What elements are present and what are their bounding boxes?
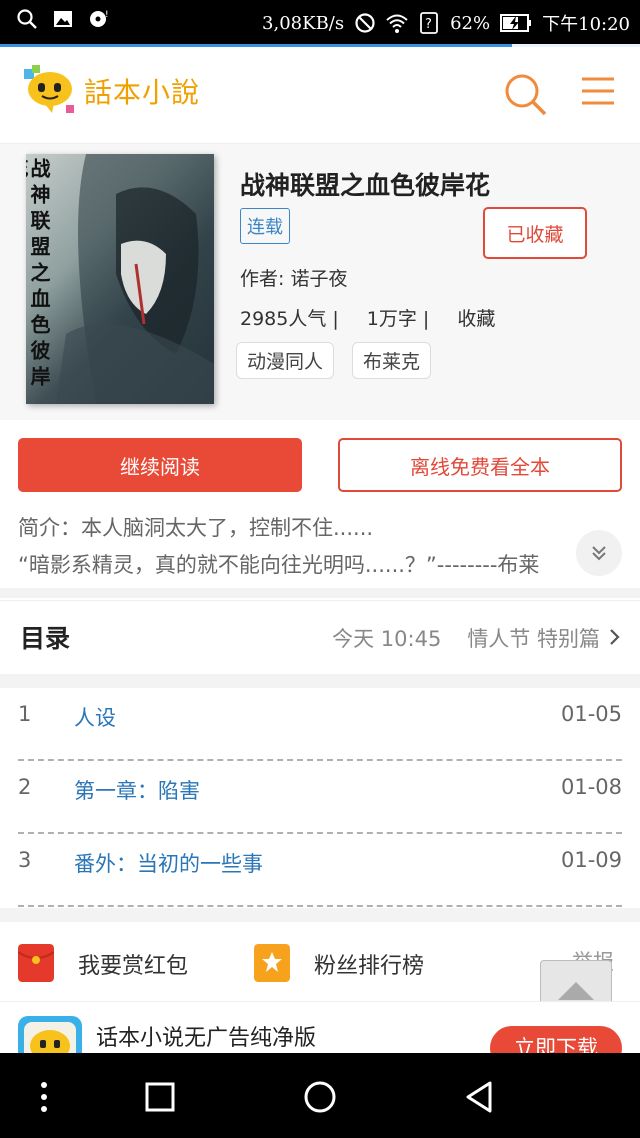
net-speed: 3,08KB/s: [262, 12, 345, 34]
chapter-date: 01-05: [560, 702, 622, 726]
latest-update-time: 今天 10:45: [332, 627, 442, 651]
book-tags: 动漫同人 布莱克: [236, 342, 432, 379]
favorited-button[interactable]: 已收藏: [483, 207, 587, 259]
latest-update: 今天 10:45 情人节 特别篇: [332, 623, 600, 653]
section-divider: [0, 674, 640, 688]
offline-read-button[interactable]: 离线免费看全本: [338, 438, 622, 492]
book-stats: 2985人气 | 1万字 | 收藏: [240, 304, 523, 331]
app-mascot-icon: [24, 1022, 76, 1053]
chapter-list: 1 人设 01-05 2 第一章：陷害 01-08 3 番外：当初的一些事 01…: [0, 688, 640, 907]
status-bar: ! 3,08KB/s ? 62% 下午10:20: [0, 0, 640, 44]
battery-charging-icon: [500, 14, 532, 32]
collect-count: 收藏: [457, 308, 496, 330]
book-title: 战神联盟之血色彼岸花: [240, 171, 491, 200]
image-icon: [54, 11, 72, 27]
section-divider: [0, 588, 640, 598]
app-icon: [18, 1016, 82, 1053]
music-disc-icon: !: [90, 10, 109, 27]
fan-ranking-icon: [254, 944, 290, 982]
sim-unknown-icon: ?: [420, 12, 439, 34]
cover-title: 战神联盟之血色彼岸花: [26, 158, 51, 392]
book-tag[interactable]: 动漫同人: [236, 342, 335, 379]
chevron-right-icon: [610, 629, 620, 645]
status-badge: 连载: [240, 208, 290, 244]
latest-chapter-title: 情人节 特别篇: [467, 627, 600, 651]
chapter-row[interactable]: 2 第一章：陷害 01-08: [18, 761, 622, 834]
double-chevron-down-icon: [592, 546, 606, 561]
chapter-row[interactable]: 1 人设 01-05: [18, 688, 622, 761]
search-icon[interactable]: [500, 69, 550, 119]
book-tag[interactable]: 布莱克: [352, 342, 432, 379]
book-intro: 简介：本人脑洞太大了，控制不住...... “暗影系精灵，真的就不能向往光明吗.…: [18, 510, 618, 584]
home-icon[interactable]: [300, 1077, 340, 1117]
chapter-date: 01-08: [560, 775, 622, 799]
logo-mascot-icon: [24, 65, 74, 113]
do-not-disturb-icon: [355, 13, 375, 33]
red-envelope-icon: [18, 944, 54, 982]
svg-text:!: !: [105, 10, 109, 20]
chapter-date: 01-09: [560, 848, 622, 872]
logo-text: 話本小說: [84, 76, 201, 109]
section-divider: [0, 908, 640, 922]
clock: 下午10:20: [542, 14, 630, 35]
continue-reading-button[interactable]: 继续阅读: [18, 438, 302, 492]
word-count: 1万字 |: [366, 308, 430, 330]
book-info: 战神联盟之血色彼岸花 战神联盟之血色彼岸花 连载 已收藏 作者: 诺子夜 298…: [0, 144, 640, 420]
wifi-icon: [386, 14, 408, 33]
download-button[interactable]: 立即下载: [490, 1026, 622, 1053]
fans-rank-label[interactable]: 粉丝排行榜: [314, 948, 424, 980]
book-cover[interactable]: 战神联盟之血色彼岸花: [26, 154, 214, 404]
cover-illustration: [56, 154, 214, 404]
chapter-row[interactable]: 3 番外：当初的一些事 01-09: [18, 834, 622, 907]
chapter-title[interactable]: 番外：当初的一些事: [74, 848, 263, 878]
intro-line: “暗影系精灵，真的就不能向往光明吗......？”--------布莱: [18, 553, 540, 577]
chapter-number: 3: [18, 848, 32, 872]
chapter-title[interactable]: 第一章：陷害: [74, 775, 200, 805]
banner-text: 话本小说无广告纯净版: [96, 1026, 317, 1051]
recent-apps-icon[interactable]: [140, 1077, 180, 1117]
chapter-title[interactable]: 人设: [74, 702, 116, 732]
popularity-count: 2985人气 |: [240, 308, 339, 330]
more-vertical-icon[interactable]: [24, 1077, 64, 1117]
toc-header[interactable]: 目录 今天 10:45 情人节 特别篇: [0, 600, 640, 674]
reward-label[interactable]: 我要赏红包: [78, 948, 188, 980]
chapter-number: 2: [18, 775, 32, 799]
site-logo[interactable]: 話本小說: [22, 65, 200, 117]
search-icon: [17, 9, 37, 29]
toc-title: 目录: [20, 624, 71, 653]
menu-icon[interactable]: [578, 71, 618, 111]
site-header: 話本小說: [0, 47, 640, 144]
battery-percent: 62%: [450, 12, 491, 34]
expand-intro-button[interactable]: [576, 530, 622, 576]
system-nav-bar: [0, 1053, 640, 1138]
book-author[interactable]: 作者: 诺子夜: [240, 264, 347, 291]
back-icon[interactable]: [460, 1077, 500, 1117]
intro-line: 简介：本人脑洞太大了，控制不住......: [18, 516, 374, 540]
app-download-banner[interactable]: 话本小说无广告纯净版 立即下载: [0, 1001, 640, 1053]
chapter-number: 1: [18, 702, 32, 726]
svg-text:?: ?: [425, 17, 432, 32]
